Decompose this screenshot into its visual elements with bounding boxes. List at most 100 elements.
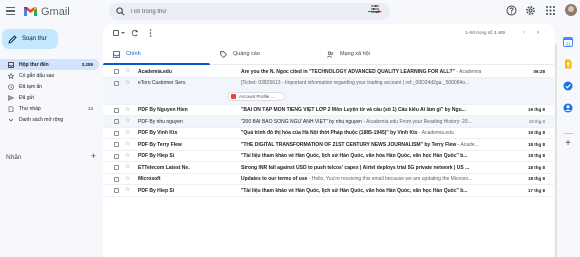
email-row[interactable]: ☆ Microsoft Updates to our terms of use … [103,174,554,185]
prev-page-button[interactable]: ‹ [523,30,525,36]
email-preview: "BÀI ÔN TẬP MÔN TIẾNG VIỆT LỚP 2 Môn Luy… [241,107,517,113]
email-sender: PDF By Terry Flew [138,141,182,148]
tab-primary[interactable]: Chính [103,43,210,65]
star-toggle-icon[interactable]: ☆ [125,68,130,75]
settings-gear-icon[interactable] [525,5,536,16]
email-date: 06:28 [533,68,545,74]
star-toggle-icon[interactable]: ☆ [125,141,130,148]
email-date: 19 thg 8 [527,107,545,112]
active-tab-indicator [103,63,210,65]
email-row[interactable]: ☆ PDF By nhu nguyen "200 BÀI BÁO SONG NG… [103,116,554,128]
email-row[interactable]: ☆ PDF By Terry Flew "THE DIGITAL TRANSFO… [103,139,554,151]
email-preview: Strong INR fall against USD to push telc… [241,165,517,171]
email-subject: "Tài liệu tham khảo về Hàn Quốc, lịch sử… [241,187,468,194]
email-preview: Updates to our terms of use - Hello, You… [241,176,517,182]
sidebar-item-snoozed[interactable]: Đã tạm ẩn [0,81,99,92]
email-date: 17 thg 8 [527,187,545,193]
email-row[interactable]: ☆ Academia.edu Are you the N. Ngoc cited… [103,66,554,78]
email-list: ☆ Academia.edu Are you the N. Ngoc cited… [103,66,554,197]
email-subject: "Tài liệu tham khảo về Hàn Quốc, lịch sử… [241,153,468,159]
row-checkbox[interactable] [114,142,119,147]
compose-button[interactable]: Soạn thư [2,29,58,49]
svg-text:31: 31 [565,41,571,46]
contacts-icon[interactable] [563,103,573,113]
search-bar[interactable] [109,3,390,20]
get-addons-icon[interactable]: + [563,139,573,149]
keep-icon[interactable] [563,59,573,69]
sidebar-item-sent[interactable]: Đã gửi [0,92,99,103]
search-input[interactable] [130,7,330,16]
star-toggle-icon[interactable]: ☆ [125,118,130,125]
row-checkbox[interactable] [114,188,119,193]
email-subject: Strong INR fall against USD to push telc… [241,164,470,171]
attachment-chip[interactable]: Account Profile ... [227,91,285,101]
email-snippet: - Hello, You're receiving this email bec… [307,176,473,182]
sidebar-item-starred[interactable]: Có gắn dấu sao [0,70,99,81]
help-icon[interactable] [506,5,517,16]
email-sender: Academia.edu [138,68,172,75]
more-vert-icon[interactable] [149,29,152,37]
inbox-tab-icon [113,50,120,58]
email-preview: "THE DIGITAL TRANSFORMATION OF 21ST CENT… [241,142,517,148]
row-checkbox[interactable] [114,107,119,113]
sidebar-item-drafts[interactable]: Thư nháp 14 [0,103,99,114]
attachment-name: Account Profile ... [239,93,275,99]
email-date: 18 thg 8 [527,153,545,158]
star-toggle-icon[interactable]: ☆ [125,176,130,183]
email-row[interactable]: ☆ PDF By Vinh Kts "Quá trình đô thị hóa … [103,128,554,139]
labels-section: Nhãn + [6,152,98,162]
select-options-chevron-icon[interactable] [121,32,125,34]
apps-grid-icon[interactable] [545,5,556,16]
email-sender: PDF By nhu nguyen [138,118,183,125]
star-toggle-icon[interactable]: ☆ [125,187,130,194]
email-row[interactable]: ☆ PDF By Hiep Si "Tài liệu tham khảo về … [103,185,554,197]
row-checkbox[interactable] [114,165,119,170]
sidebar-item-more[interactable]: Danh sách mở rộng [0,114,99,125]
select-all-checkbox[interactable] [113,30,119,36]
email-snippet: - Acade... [456,141,479,148]
category-tabs: Chính Quảng cáo Mạng xã hội [103,43,554,65]
email-subject: [Ticket: 03825613 - Important informatio… [241,80,470,86]
tab-social[interactable]: Mạng xã hội [317,43,424,65]
email-subject: "200 BÀI BÁO SONG NGỮ ANH VIỆT" by nhu n… [241,118,362,125]
next-page-button[interactable]: › [537,30,539,36]
row-checkbox[interactable] [114,80,119,86]
email-sender: PDF By Nguyen Hien [138,107,188,113]
row-checkbox[interactable] [114,176,119,182]
gmail-logo[interactable]: Gmail [23,5,70,18]
tab-promotions[interactable]: Quảng cáo [210,43,317,65]
email-subject: "BÀI ÔN TẬP MÔN TIẾNG VIỆT LỚP 2 Môn Luy… [241,107,466,113]
email-row[interactable]: ☆ ETTelecom Latest Ne. Strong INR fall a… [103,162,554,174]
email-row[interactable]: ☆ PDF By Hiep Si "Tài liệu tham khảo về … [103,151,554,162]
row-checkbox[interactable] [114,119,119,124]
refresh-icon[interactable] [131,29,139,37]
tasks-icon[interactable] [563,81,573,91]
row-checkbox[interactable] [114,153,119,159]
email-preview: [Ticket: 03825613 - Important informatio… [241,80,517,86]
email-sender: PDF By Hiep Si [138,153,175,159]
clock-icon [8,83,14,90]
main-menu-icon[interactable] [6,7,15,16]
add-label-button[interactable]: + [91,152,96,161]
email-row[interactable]: ☆ PDF By Nguyen Hien "BÀI ÔN TẬP MÔN TIẾ… [103,105,554,116]
email-row[interactable]: ☆ eToro Customer Serv. [Ticket: 03825613… [103,77,554,105]
star-toggle-icon[interactable]: ☆ [125,80,130,87]
star-toggle-icon[interactable]: ☆ [125,164,130,171]
email-snippet: - Academia.edu [417,130,454,136]
email-subject: Are you the N. Ngoc cited in "TECHNOLOGY… [241,68,455,75]
search-options-icon[interactable] [370,4,380,14]
star-toggle-icon[interactable]: ☆ [125,107,130,114]
email-date: 19 thg 8 [527,130,545,135]
inbox-icon [8,61,14,68]
star-toggle-icon[interactable]: ☆ [125,130,130,137]
email-subject: "THE DIGITAL TRANSFORMATION OF 21ST CENT… [241,141,457,148]
search-icon[interactable] [116,7,125,16]
row-checkbox[interactable] [114,130,119,136]
row-checkbox[interactable] [114,69,119,74]
sidebar-item-inbox[interactable]: Hộp thư đến 3.285 [0,59,99,70]
mail-toolbar: 1–50 trong số 3.489 ‹ › [103,24,554,43]
account-avatar[interactable] [565,4,577,16]
top-bar: Gmail [0,0,580,24]
star-toggle-icon[interactable]: ☆ [125,153,130,160]
calendar-icon[interactable]: 31 [563,37,573,47]
